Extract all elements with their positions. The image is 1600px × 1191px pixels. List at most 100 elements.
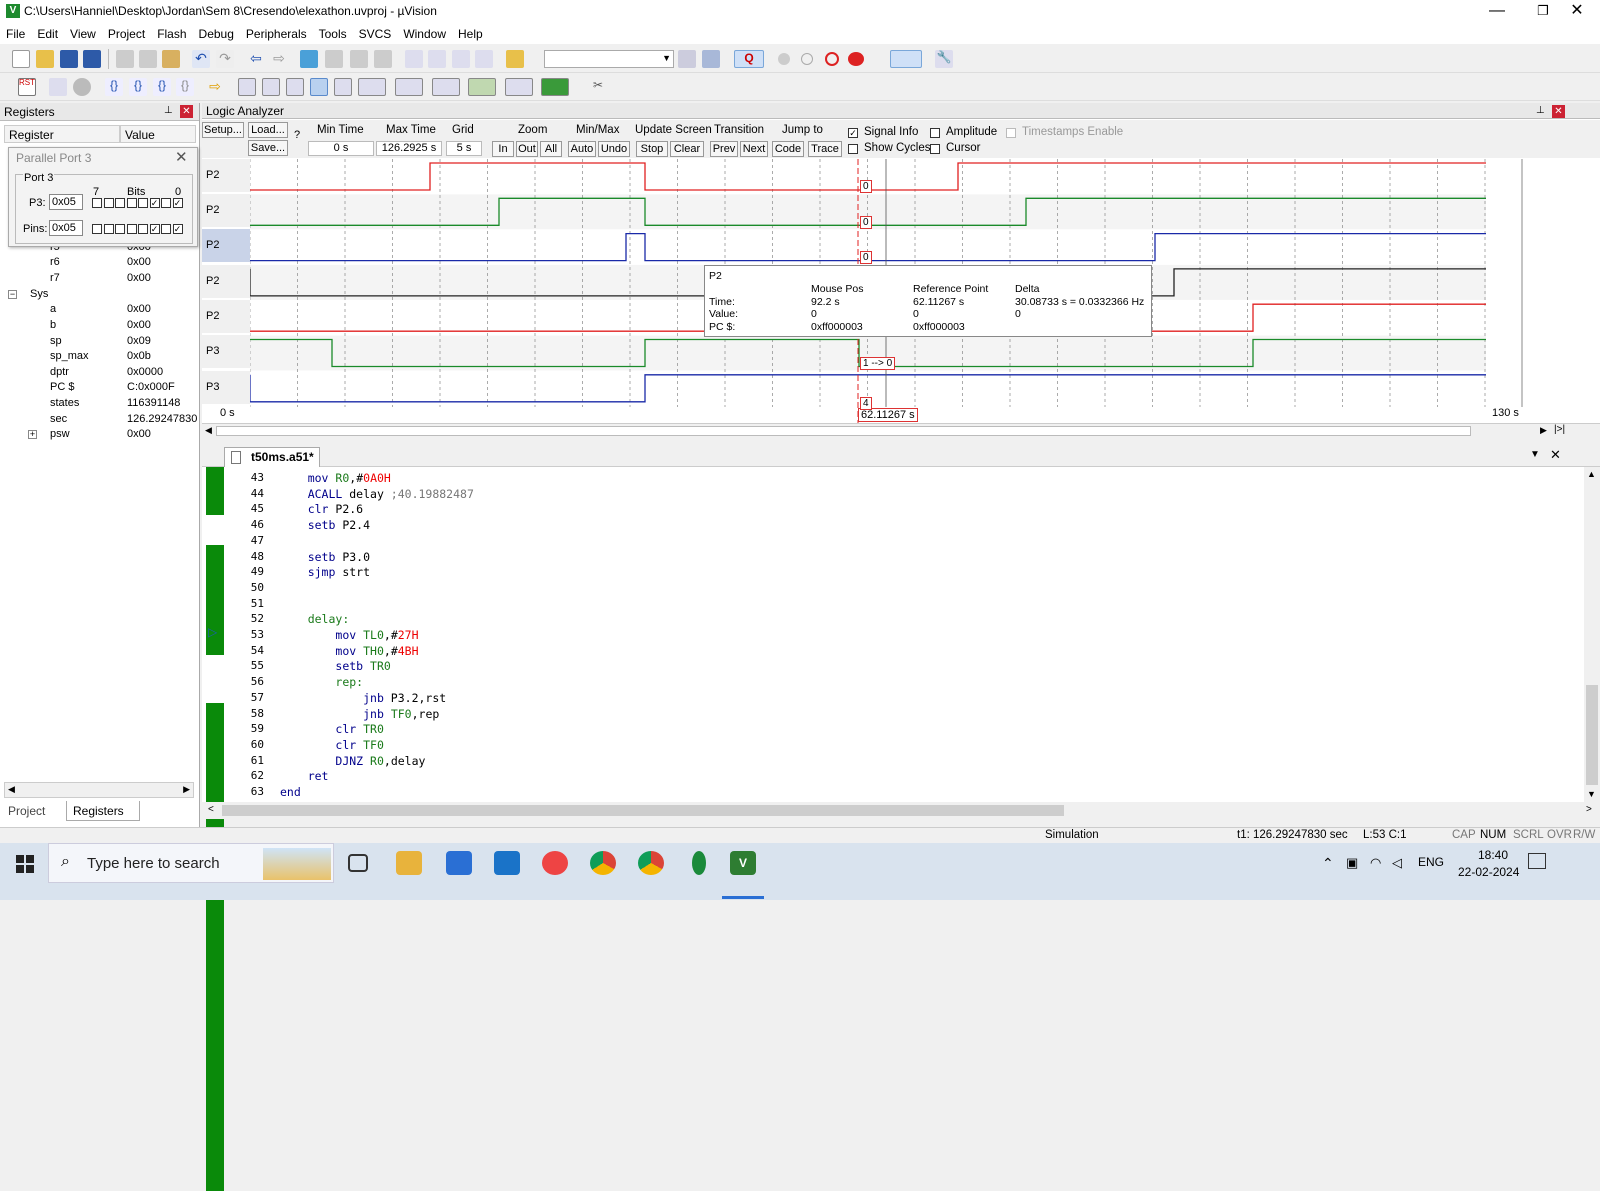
mongodb-icon[interactable] bbox=[692, 851, 706, 875]
bit-checkbox[interactable] bbox=[138, 224, 148, 234]
code-line[interactable]: jnb P3.2,rst bbox=[280, 691, 446, 705]
trace-window-icon[interactable] bbox=[505, 78, 533, 96]
signal-name[interactable]: P2 bbox=[202, 194, 250, 228]
find-combobox[interactable]: ▼ bbox=[544, 50, 674, 68]
register-row[interactable]: r7 0x00 bbox=[0, 272, 198, 288]
volume-icon[interactable]: ◁ bbox=[1392, 855, 1402, 871]
scroll-left-icon[interactable]: ◀ bbox=[8, 784, 15, 795]
next-transition-button[interactable]: Next bbox=[740, 141, 768, 157]
signal-name[interactable]: P3 bbox=[202, 371, 250, 405]
disassembly-window-icon[interactable] bbox=[262, 78, 280, 96]
bit-checkbox[interactable]: ✓ bbox=[172, 224, 183, 234]
scroll-up-icon[interactable]: ▲ bbox=[1587, 469, 1596, 479]
menu-svcs[interactable]: SVCS bbox=[353, 24, 398, 41]
stop-icon[interactable] bbox=[73, 78, 91, 96]
chrome-icon[interactable] bbox=[590, 851, 616, 875]
menu-help[interactable]: Help bbox=[452, 24, 489, 41]
menu-flash[interactable]: Flash bbox=[151, 24, 192, 41]
run-icon[interactable] bbox=[49, 78, 67, 96]
register-row[interactable]: b 0x00 bbox=[0, 319, 198, 335]
code-line[interactable]: mov R0,#0A0H bbox=[280, 471, 391, 485]
signal-name[interactable]: P3 bbox=[202, 335, 250, 369]
menu-window[interactable]: Window bbox=[397, 24, 452, 41]
register-row[interactable]: r6 0x00 bbox=[0, 256, 198, 272]
find-icon[interactable] bbox=[702, 50, 720, 68]
code-line[interactable]: sjmp strt bbox=[280, 565, 370, 579]
tab-list-chevron-icon[interactable]: ▼ bbox=[1530, 449, 1540, 460]
bit-checkbox[interactable] bbox=[103, 224, 114, 234]
register-row[interactable]: states 116391148 bbox=[0, 397, 198, 413]
code-line[interactable]: clr TF0 bbox=[280, 738, 384, 752]
bit-checkbox[interactable] bbox=[92, 224, 102, 234]
next-bookmark-icon[interactable] bbox=[350, 50, 368, 68]
load-button[interactable]: Load... bbox=[248, 122, 288, 138]
tab-project[interactable]: Project bbox=[2, 801, 64, 821]
bit-checkbox[interactable] bbox=[161, 198, 171, 208]
register-column-header[interactable]: Register bbox=[4, 125, 120, 143]
save-icon[interactable] bbox=[60, 50, 78, 68]
prev-bookmark-icon[interactable] bbox=[325, 50, 343, 68]
register-row[interactable]: sec 126.29247830 bbox=[0, 413, 198, 429]
cursor-checkbox[interactable] bbox=[930, 144, 940, 154]
jump-code-button[interactable]: Code bbox=[772, 141, 804, 157]
new-file-icon[interactable] bbox=[12, 50, 30, 68]
bit-checkbox[interactable] bbox=[161, 224, 171, 234]
paste-icon[interactable] bbox=[162, 50, 180, 68]
zoom-out-button[interactable]: Out bbox=[516, 141, 538, 157]
code-line[interactable]: clr TR0 bbox=[280, 722, 384, 736]
jump-trace-button[interactable]: Trace bbox=[808, 141, 842, 157]
code-line[interactable]: delay: bbox=[280, 612, 350, 626]
pins-value-field[interactable]: 0x05 bbox=[49, 220, 83, 236]
undo-icon[interactable]: ↶ bbox=[192, 50, 210, 68]
code-line[interactable]: clr P2.6 bbox=[280, 502, 363, 516]
code-line[interactable]: end bbox=[280, 785, 301, 799]
close-icon[interactable]: ✕ bbox=[175, 148, 188, 166]
register-row[interactable]: a 0x00 bbox=[0, 303, 198, 319]
mail-icon[interactable] bbox=[494, 851, 520, 875]
find-in-files-icon[interactable] bbox=[506, 50, 524, 68]
comment-icon[interactable] bbox=[452, 50, 470, 68]
code-line[interactable]: ACALL delay ;40.19882487 bbox=[280, 487, 474, 501]
bit-checkbox[interactable] bbox=[92, 198, 102, 208]
unindent-icon[interactable] bbox=[428, 50, 446, 68]
collapse-icon[interactable]: − bbox=[8, 290, 17, 299]
registers-window-icon[interactable] bbox=[310, 78, 328, 96]
scroll-left-icon[interactable]: < bbox=[208, 804, 214, 815]
step-out-icon[interactable]: {} bbox=[153, 78, 171, 96]
disable-breakpoints-icon[interactable] bbox=[825, 52, 839, 66]
code-line[interactable]: jnb TF0,rep bbox=[280, 707, 439, 721]
indent-icon[interactable] bbox=[405, 50, 423, 68]
incremental-find-icon[interactable] bbox=[678, 50, 696, 68]
pin-icon[interactable]: ⊥ bbox=[1536, 105, 1545, 116]
p3-value-field[interactable]: 0x05 bbox=[49, 194, 83, 210]
register-row[interactable]: + psw 0x00 bbox=[0, 428, 198, 444]
bit-checkbox[interactable]: ✓ bbox=[172, 198, 183, 208]
tab-t50ms-a51[interactable]: t50ms.a51* bbox=[224, 447, 320, 467]
menu-tools[interactable]: Tools bbox=[313, 24, 353, 41]
scrollbar-thumb[interactable] bbox=[216, 426, 1471, 436]
bit-checkbox[interactable] bbox=[103, 198, 114, 208]
symbols-window-icon[interactable] bbox=[286, 78, 304, 96]
editor-horizontal-scrollbar[interactable]: < > bbox=[202, 802, 1600, 819]
register-row[interactable]: dptr 0x0000 bbox=[0, 366, 198, 382]
watch-window-icon[interactable] bbox=[358, 78, 386, 96]
file-explorer-icon[interactable] bbox=[396, 851, 422, 875]
bit-checkbox[interactable] bbox=[115, 198, 125, 208]
serial-window-icon[interactable] bbox=[432, 78, 460, 96]
menu-view[interactable]: View bbox=[64, 24, 102, 41]
code-area[interactable]: ▷ 43 mov R0,#0A0H 44 ACALL delay ;40.19882… bbox=[202, 467, 1584, 1191]
reset-cpu-icon[interactable]: RST bbox=[18, 78, 36, 96]
register-row[interactable]: sp 0x09 bbox=[0, 335, 198, 351]
menu-debug[interactable]: Debug bbox=[193, 24, 240, 41]
scrollbar-thumb[interactable] bbox=[222, 805, 1064, 816]
sys-group-row[interactable]: − Sys bbox=[0, 288, 198, 304]
system-viewer-icon[interactable] bbox=[541, 78, 569, 96]
chevron-up-icon[interactable]: ⌃ bbox=[1322, 855, 1334, 872]
close-panel-icon[interactable]: ✕ bbox=[180, 105, 193, 118]
snipping-tool-icon[interactable] bbox=[542, 851, 568, 875]
scroll-right-icon[interactable]: > bbox=[1586, 804, 1592, 815]
command-window-icon[interactable] bbox=[238, 78, 256, 96]
scroll-right-icon[interactable]: ▶ bbox=[1540, 425, 1547, 436]
insert-breakpoint-icon[interactable] bbox=[778, 53, 790, 65]
taskbar-search-box[interactable]: ⌕ Type here to search bbox=[48, 843, 334, 883]
